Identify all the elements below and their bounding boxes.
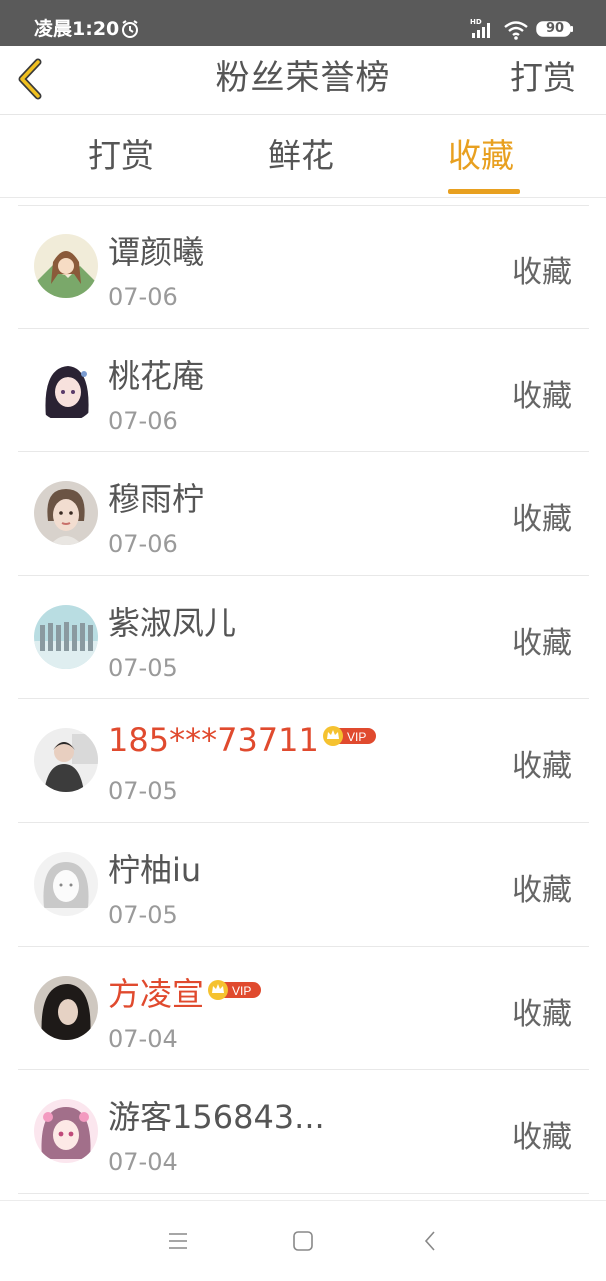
tab-flowers[interactable]: 鲜花 <box>268 115 334 197</box>
list-item[interactable]: 穆雨柠 07-06 收藏 <box>18 452 589 576</box>
user-name: 桃花庵 <box>108 356 205 395</box>
vip-label: VIP <box>232 984 251 998</box>
user-name: 柠柚iu <box>108 850 202 889</box>
user-name: 游客156843... <box>108 1098 325 1137</box>
avatar <box>34 851 98 916</box>
vip-badge-icon: VIP <box>322 726 376 747</box>
user-name-text: 方凌宣 <box>108 974 205 1013</box>
item-date: 07-05 <box>108 900 178 929</box>
item-date: 07-06 <box>108 283 178 311</box>
action-label: 收藏 <box>512 1120 572 1156</box>
user-name: 紫淑凤儿 <box>108 603 237 642</box>
list-item[interactable]: 游客156843... 07-04 收藏 <box>18 1070 589 1194</box>
back-icon[interactable] <box>419 1229 443 1253</box>
user-name: 谭颜曦 <box>108 233 205 271</box>
list-item[interactable]: 方凌宣 VIP 07-04 收藏 <box>18 947 589 1071</box>
status-bar: 凌晨1:20 HD 90 <box>0 0 606 46</box>
action-label: 收藏 <box>512 255 572 290</box>
action-label: 收藏 <box>512 502 572 538</box>
menu-icon[interactable] <box>166 1229 190 1253</box>
item-date: 07-06 <box>108 406 178 435</box>
action-label: 收藏 <box>512 749 572 785</box>
nav-bar: 粉丝荣誉榜 打赏 <box>0 46 606 115</box>
tab-reward[interactable]: 打赏 <box>88 115 154 197</box>
signal-icon <box>472 23 490 38</box>
fan-list: 谭颜曦 07-06 收藏 桃花庵 07-06 收藏 穆雨柠 07-06 收藏 紫… <box>0 205 606 1194</box>
user-name: 穆雨柠 <box>108 480 205 519</box>
active-tab-indicator <box>448 189 520 194</box>
system-nav-bar <box>0 1200 606 1281</box>
list-item[interactable]: 185***73711 VIP 07-05 收藏 <box>18 699 589 823</box>
action-label: 收藏 <box>512 378 572 414</box>
avatar <box>34 975 98 1040</box>
avatar <box>34 481 98 546</box>
user-name: 185***73711 VIP <box>108 721 378 759</box>
user-name: 方凌宣 VIP <box>108 969 263 1015</box>
avatar <box>34 1099 98 1164</box>
avatar <box>34 604 98 669</box>
reward-button[interactable]: 打赏 <box>510 46 576 110</box>
avatar <box>34 357 98 422</box>
vip-label: VIP <box>347 730 366 744</box>
list-item[interactable]: 紫淑凤儿 07-05 收藏 <box>18 576 589 700</box>
action-label: 收藏 <box>512 996 572 1032</box>
list-item[interactable]: 桃花庵 07-06 收藏 <box>18 329 589 453</box>
avatar <box>34 728 98 793</box>
user-name-text: 185***73711 <box>108 721 319 760</box>
tab-favorites[interactable]: 收藏 <box>448 115 514 197</box>
wifi-icon <box>504 21 528 40</box>
action-label: 收藏 <box>512 872 572 908</box>
home-icon[interactable] <box>291 1229 315 1253</box>
item-date: 07-06 <box>108 530 178 559</box>
item-date: 07-04 <box>108 1024 178 1053</box>
list-item[interactable]: 谭颜曦 07-06 收藏 <box>18 205 589 329</box>
avatar <box>34 234 98 298</box>
list-item[interactable]: 柠柚iu 07-05 收藏 <box>18 823 589 947</box>
vip-badge-icon: VIP <box>208 979 262 1000</box>
item-date: 07-05 <box>108 653 178 682</box>
alarm-icon <box>122 20 138 38</box>
action-label: 收藏 <box>512 625 572 661</box>
battery-level: 90 <box>545 21 565 36</box>
tab-bar: 打赏 鲜花 收藏 <box>0 115 606 198</box>
item-date: 07-05 <box>108 777 178 806</box>
item-date: 07-04 <box>108 1148 178 1177</box>
